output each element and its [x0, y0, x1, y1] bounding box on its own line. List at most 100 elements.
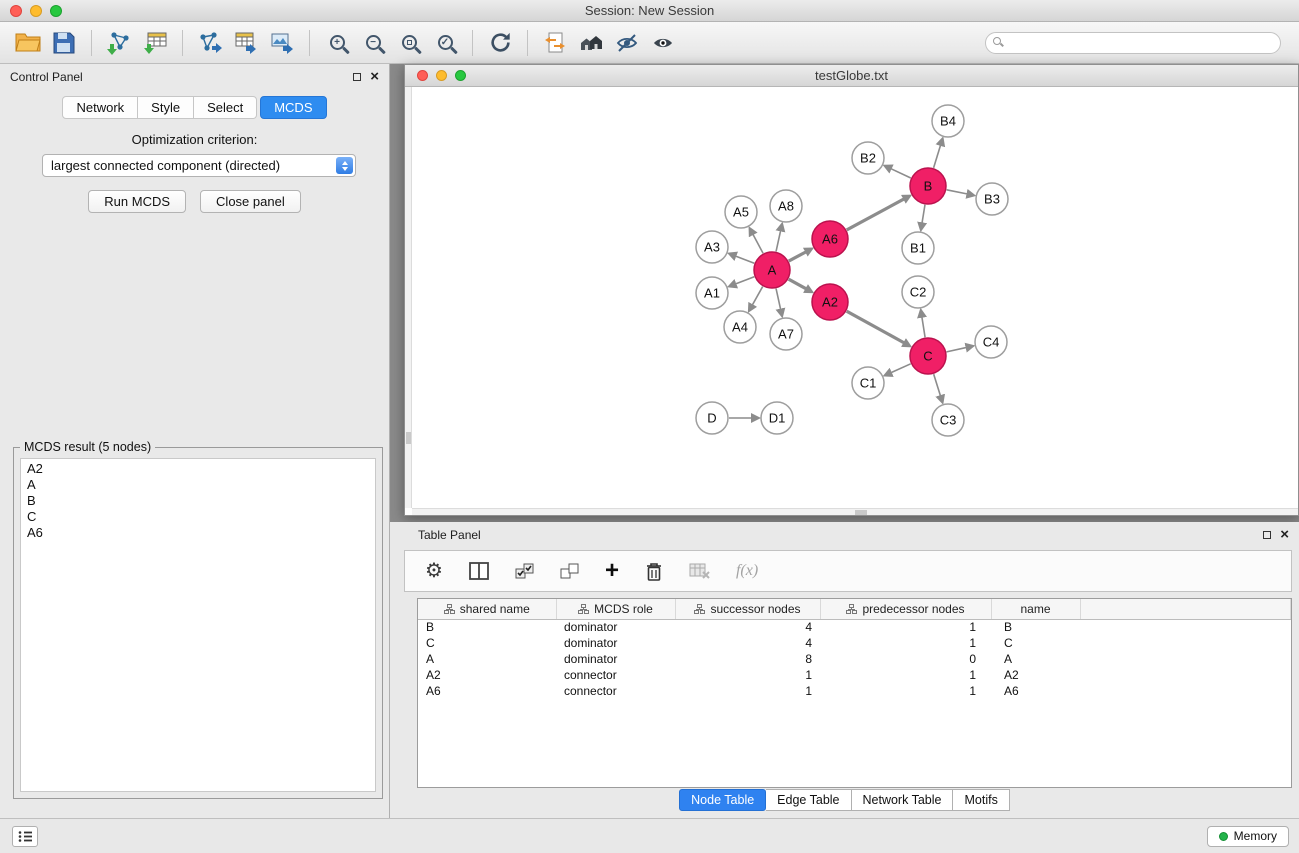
graph-node-A4[interactable]: A4	[724, 311, 756, 343]
optimization-criterion-select[interactable]: largest connected component (directed)	[42, 154, 356, 177]
column-name[interactable]: name	[991, 599, 1080, 619]
column-shared-name[interactable]: shared name	[418, 599, 556, 619]
zoom-fit-button[interactable]	[391, 27, 427, 59]
graph-edge-A-A1[interactable]	[735, 277, 754, 284]
unselect-all-button[interactable]	[560, 563, 580, 580]
run-mcds-button[interactable]: Run MCDS	[88, 190, 186, 213]
graph-edge-A6-B[interactable]	[847, 199, 905, 230]
graph-edge-A-A8[interactable]	[776, 230, 781, 251]
svg-text:A8: A8	[778, 199, 794, 214]
table-settings-button[interactable]: ⚙	[425, 561, 443, 581]
tab-style[interactable]: Style	[138, 96, 194, 119]
search-input[interactable]	[985, 32, 1281, 54]
float-panel-icon[interactable]	[353, 73, 361, 81]
birds-eye-button[interactable]	[645, 27, 681, 59]
delete-row-button[interactable]	[644, 561, 664, 582]
function-builder-button[interactable]: f(x)	[736, 562, 758, 580]
graph-node-B4[interactable]: B4	[932, 105, 964, 137]
tab-network[interactable]: Network	[62, 96, 138, 119]
save-session-button[interactable]	[46, 27, 82, 59]
list-item[interactable]: A	[21, 477, 375, 493]
graph-edge-B-B2[interactable]	[891, 169, 911, 178]
session-compare-button[interactable]	[537, 27, 573, 59]
graph-node-A8[interactable]: A8	[770, 190, 802, 222]
float-table-panel-icon[interactable]	[1263, 531, 1271, 539]
graph-node-C3[interactable]: C3	[932, 404, 964, 436]
graph-node-A1[interactable]: A1	[696, 277, 728, 309]
table-row[interactable]: Adominator80A	[418, 651, 1291, 667]
graph-node-A[interactable]: A	[754, 252, 790, 288]
graph-node-C1[interactable]: C1	[852, 367, 884, 399]
graph-node-A7[interactable]: A7	[770, 318, 802, 350]
graph-node-A5[interactable]: A5	[725, 196, 757, 228]
horizontal-scrollbar[interactable]	[412, 508, 1298, 515]
list-item[interactable]: B	[21, 493, 375, 509]
tab-mcds[interactable]: MCDS	[260, 96, 326, 119]
close-panel-button[interactable]: Close panel	[200, 190, 301, 213]
graph-edge-A-A5[interactable]	[753, 234, 763, 253]
zoom-selected-button[interactable]: ✓	[427, 27, 463, 59]
tab-edge-table[interactable]: Edge Table	[766, 789, 851, 811]
table-row[interactable]: Cdominator41C	[418, 635, 1291, 651]
graph-edge-C-C4[interactable]	[947, 347, 967, 351]
open-session-button[interactable]	[10, 27, 46, 59]
close-table-panel-icon[interactable]: ×	[1280, 530, 1289, 540]
graph-node-A3[interactable]: A3	[696, 231, 728, 263]
graph-edge-C-C3[interactable]	[934, 374, 941, 396]
add-row-button[interactable]: +	[605, 561, 619, 581]
graph-edge-A-A7[interactable]	[776, 289, 781, 310]
graph-edge-C-C2[interactable]	[922, 317, 925, 338]
graph-node-C2[interactable]: C2	[902, 276, 934, 308]
export-table-button[interactable]	[228, 27, 264, 59]
split-column-button[interactable]	[468, 561, 490, 581]
network-canvas[interactable]: B4 B2 B B3 A5 A8 A6 A3 B1 A A1 C2 A2 A4 A7 C4 C C1 C3 D D1	[405, 87, 1298, 515]
vertical-scrollbar[interactable]	[405, 87, 412, 508]
tab-select[interactable]: Select	[194, 96, 257, 119]
task-history-button[interactable]	[12, 826, 38, 847]
delete-table-button[interactable]	[689, 562, 711, 580]
graph-node-C[interactable]: C	[910, 338, 946, 374]
graph-node-D1[interactable]: D1	[761, 402, 793, 434]
graph-edge-A-A3[interactable]	[735, 256, 754, 263]
close-panel-icon[interactable]: ×	[370, 72, 379, 82]
import-network-button[interactable]	[101, 27, 137, 59]
zoom-in-button[interactable]: +	[319, 27, 355, 59]
graphics-details-button[interactable]	[609, 27, 645, 59]
import-table-button[interactable]	[137, 27, 173, 59]
table-row[interactable]: A2connector11A2	[418, 667, 1291, 683]
graph-edge-B-B1[interactable]	[922, 205, 925, 224]
graph-node-D[interactable]: D	[696, 402, 728, 434]
tab-motifs[interactable]: Motifs	[953, 789, 1009, 811]
table-row[interactable]: Bdominator41B	[418, 619, 1291, 635]
graph-node-A6[interactable]: A6	[812, 221, 848, 257]
memory-button[interactable]: Memory	[1207, 826, 1289, 847]
graph-edge-A-A6[interactable]	[789, 252, 806, 261]
list-item[interactable]: C	[21, 509, 375, 525]
graph-node-B3[interactable]: B3	[976, 183, 1008, 215]
graph-edge-B-B4[interactable]	[934, 145, 941, 168]
graph-node-C4[interactable]: C4	[975, 326, 1007, 358]
graph-edge-A-A2[interactable]	[789, 279, 807, 289]
refresh-view-button[interactable]	[482, 27, 518, 59]
column-predecessor-nodes[interactable]: predecessor nodes	[820, 599, 991, 619]
export-image-button[interactable]	[264, 27, 300, 59]
graph-edge-B-B3[interactable]	[947, 190, 968, 194]
graph-edge-A-A4[interactable]	[752, 287, 762, 306]
export-network-button[interactable]	[192, 27, 228, 59]
select-all-button[interactable]	[515, 563, 535, 580]
list-item[interactable]: A2	[21, 461, 375, 477]
graph-node-B[interactable]: B	[910, 168, 946, 204]
list-item[interactable]: A6	[21, 525, 375, 541]
graph-node-A2[interactable]: A2	[812, 284, 848, 320]
column-mcds-role[interactable]: MCDS role	[556, 599, 675, 619]
column-successor-nodes[interactable]: successor nodes	[675, 599, 820, 619]
graph-node-B1[interactable]: B1	[902, 232, 934, 264]
graph-node-B2[interactable]: B2	[852, 142, 884, 174]
tab-network-table[interactable]: Network Table	[852, 789, 954, 811]
homes-button[interactable]	[573, 27, 609, 59]
graph-edge-A2-C[interactable]	[847, 311, 905, 343]
tab-node-table[interactable]: Node Table	[679, 789, 766, 811]
graph-edge-C-C1[interactable]	[891, 364, 911, 373]
zoom-out-button[interactable]: −	[355, 27, 391, 59]
table-row[interactable]: A6connector11A6	[418, 683, 1291, 699]
